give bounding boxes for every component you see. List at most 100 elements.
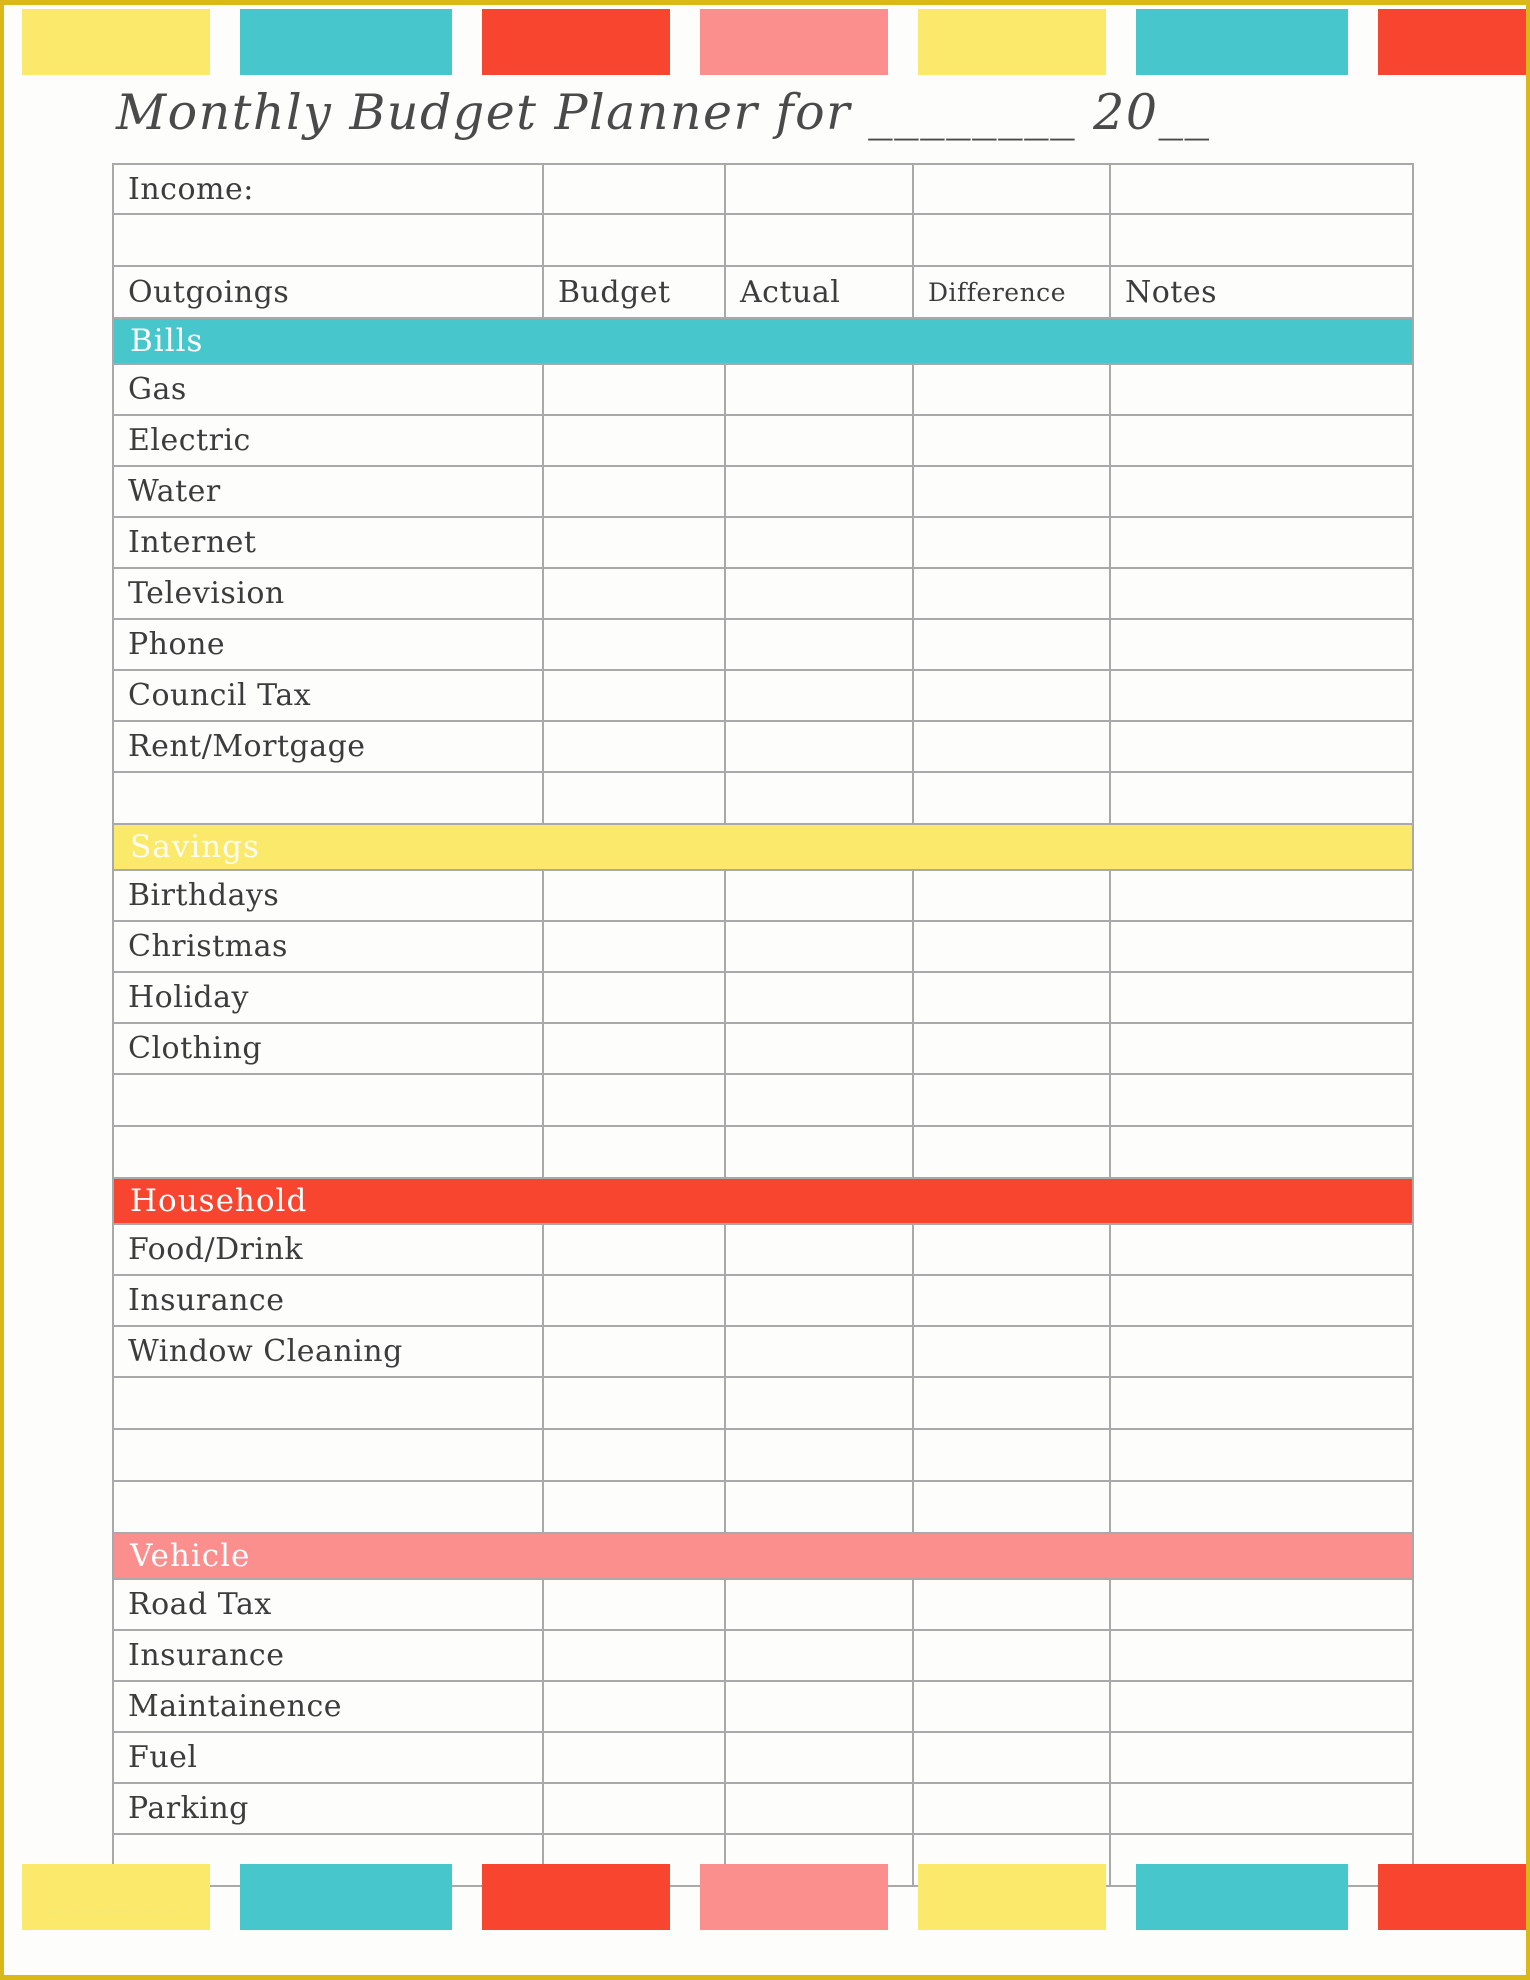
row-electric-notes-cell[interactable] [1109,414,1414,467]
row-phone-budget-cell[interactable] [542,618,726,671]
row-christmas-actual-cell[interactable] [724,920,914,973]
row-insurance-actual-cell[interactable] [724,1629,914,1682]
row-holiday-budget-cell[interactable] [542,971,726,1024]
row-phone-notes-cell[interactable] [1109,618,1414,671]
row-birthdays-budget-cell[interactable] [542,869,726,922]
row-water-difference-cell[interactable] [912,465,1111,518]
blank-household-1-notes-cell[interactable] [1109,1376,1414,1430]
row-window-cleaning-budget-cell[interactable] [542,1325,726,1378]
blank-household-2-difference-cell[interactable] [912,1428,1111,1482]
row-maintainence-difference-cell[interactable] [912,1680,1111,1733]
blank-household-3-notes-cell[interactable] [1109,1480,1414,1534]
blank-household-3-budget-cell[interactable] [542,1480,726,1534]
income-blank-notes-cell[interactable] [1109,213,1414,267]
row-electric-actual-cell[interactable] [724,414,914,467]
row-birthdays-difference-cell[interactable] [912,869,1111,922]
row-road-tax-notes-cell[interactable] [1109,1578,1414,1631]
row-clothing-difference-cell[interactable] [912,1022,1111,1075]
blank-savings-2-budget-cell[interactable] [542,1125,726,1179]
row-window-cleaning-notes-cell[interactable] [1109,1325,1414,1378]
income-budget-cell[interactable] [542,163,726,215]
blank-bills-1-difference-cell[interactable] [912,771,1111,825]
blank-savings-2-difference-cell[interactable] [912,1125,1111,1179]
row-rent-mortgage-difference-cell[interactable] [912,720,1111,773]
row-television-budget-cell[interactable] [542,567,726,620]
row-rent-mortgage-budget-cell[interactable] [542,720,726,773]
row-fuel-actual-cell[interactable] [724,1731,914,1784]
row-council-tax-actual-cell[interactable] [724,669,914,722]
row-parking-notes-cell[interactable] [1109,1782,1414,1835]
row-internet-notes-cell[interactable] [1109,516,1414,569]
row-window-cleaning-difference-cell[interactable] [912,1325,1111,1378]
blank-household-1-budget-cell[interactable] [542,1376,726,1430]
row-holiday-notes-cell[interactable] [1109,971,1414,1024]
row-water-actual-cell[interactable] [724,465,914,518]
row-parking-actual-cell[interactable] [724,1782,914,1835]
row-food-drink-actual-cell[interactable] [724,1223,914,1276]
row-maintainence-notes-cell[interactable] [1109,1680,1414,1733]
income-actual-cell[interactable] [724,163,914,215]
row-council-tax-difference-cell[interactable] [912,669,1111,722]
blank-household-3-actual-cell[interactable] [724,1480,914,1534]
blank-household-2-notes-cell[interactable] [1109,1428,1414,1482]
row-insurance-actual-cell[interactable] [724,1274,914,1327]
row-phone-actual-cell[interactable] [724,618,914,671]
row-internet-difference-cell[interactable] [912,516,1111,569]
blank-bills-1-outgoings-cell[interactable] [112,771,544,825]
blank-household-3-outgoings-cell[interactable] [112,1480,544,1534]
blank-household-2-budget-cell[interactable] [542,1428,726,1482]
row-clothing-notes-cell[interactable] [1109,1022,1414,1075]
blank-savings-1-notes-cell[interactable] [1109,1073,1414,1127]
row-electric-budget-cell[interactable] [542,414,726,467]
row-fuel-notes-cell[interactable] [1109,1731,1414,1784]
row-electric-difference-cell[interactable] [912,414,1111,467]
row-christmas-notes-cell[interactable] [1109,920,1414,973]
row-food-drink-budget-cell[interactable] [542,1223,726,1276]
row-water-budget-cell[interactable] [542,465,726,518]
income-blank-budget-cell[interactable] [542,213,726,267]
row-insurance-difference-cell[interactable] [912,1274,1111,1327]
row-fuel-difference-cell[interactable] [912,1731,1111,1784]
row-television-actual-cell[interactable] [724,567,914,620]
row-television-difference-cell[interactable] [912,567,1111,620]
row-parking-difference-cell[interactable] [912,1782,1111,1835]
row-insurance-notes-cell[interactable] [1109,1274,1414,1327]
row-birthdays-notes-cell[interactable] [1109,869,1414,922]
row-insurance-difference-cell[interactable] [912,1629,1111,1682]
row-window-cleaning-actual-cell[interactable] [724,1325,914,1378]
row-road-tax-budget-cell[interactable] [542,1578,726,1631]
blank-bills-1-actual-cell[interactable] [724,771,914,825]
income-blank-difference-cell[interactable] [912,213,1111,267]
row-birthdays-actual-cell[interactable] [724,869,914,922]
blank-savings-1-actual-cell[interactable] [724,1073,914,1127]
blank-savings-1-outgoings-cell[interactable] [112,1073,544,1127]
blank-household-2-actual-cell[interactable] [724,1428,914,1482]
row-gas-budget-cell[interactable] [542,363,726,416]
income-notes-cell[interactable] [1109,163,1414,215]
row-insurance-budget-cell[interactable] [542,1629,726,1682]
blank-savings-1-difference-cell[interactable] [912,1073,1111,1127]
row-rent-mortgage-notes-cell[interactable] [1109,720,1414,773]
income-blank-actual-cell[interactable] [724,213,914,267]
blank-savings-1-budget-cell[interactable] [542,1073,726,1127]
row-christmas-budget-cell[interactable] [542,920,726,973]
row-road-tax-difference-cell[interactable] [912,1578,1111,1631]
income-difference-cell[interactable] [912,163,1111,215]
row-internet-actual-cell[interactable] [724,516,914,569]
row-parking-budget-cell[interactable] [542,1782,726,1835]
row-road-tax-actual-cell[interactable] [724,1578,914,1631]
row-gas-notes-cell[interactable] [1109,363,1414,416]
blank-household-1-actual-cell[interactable] [724,1376,914,1430]
row-water-notes-cell[interactable] [1109,465,1414,518]
row-council-tax-notes-cell[interactable] [1109,669,1414,722]
row-gas-actual-cell[interactable] [724,363,914,416]
blank-household-3-difference-cell[interactable] [912,1480,1111,1534]
row-insurance-notes-cell[interactable] [1109,1629,1414,1682]
row-clothing-budget-cell[interactable] [542,1022,726,1075]
blank-household-1-outgoings-cell[interactable] [112,1376,544,1430]
row-food-drink-notes-cell[interactable] [1109,1223,1414,1276]
blank-bills-1-notes-cell[interactable] [1109,771,1414,825]
blank-savings-2-outgoings-cell[interactable] [112,1125,544,1179]
row-maintainence-actual-cell[interactable] [724,1680,914,1733]
row-rent-mortgage-actual-cell[interactable] [724,720,914,773]
